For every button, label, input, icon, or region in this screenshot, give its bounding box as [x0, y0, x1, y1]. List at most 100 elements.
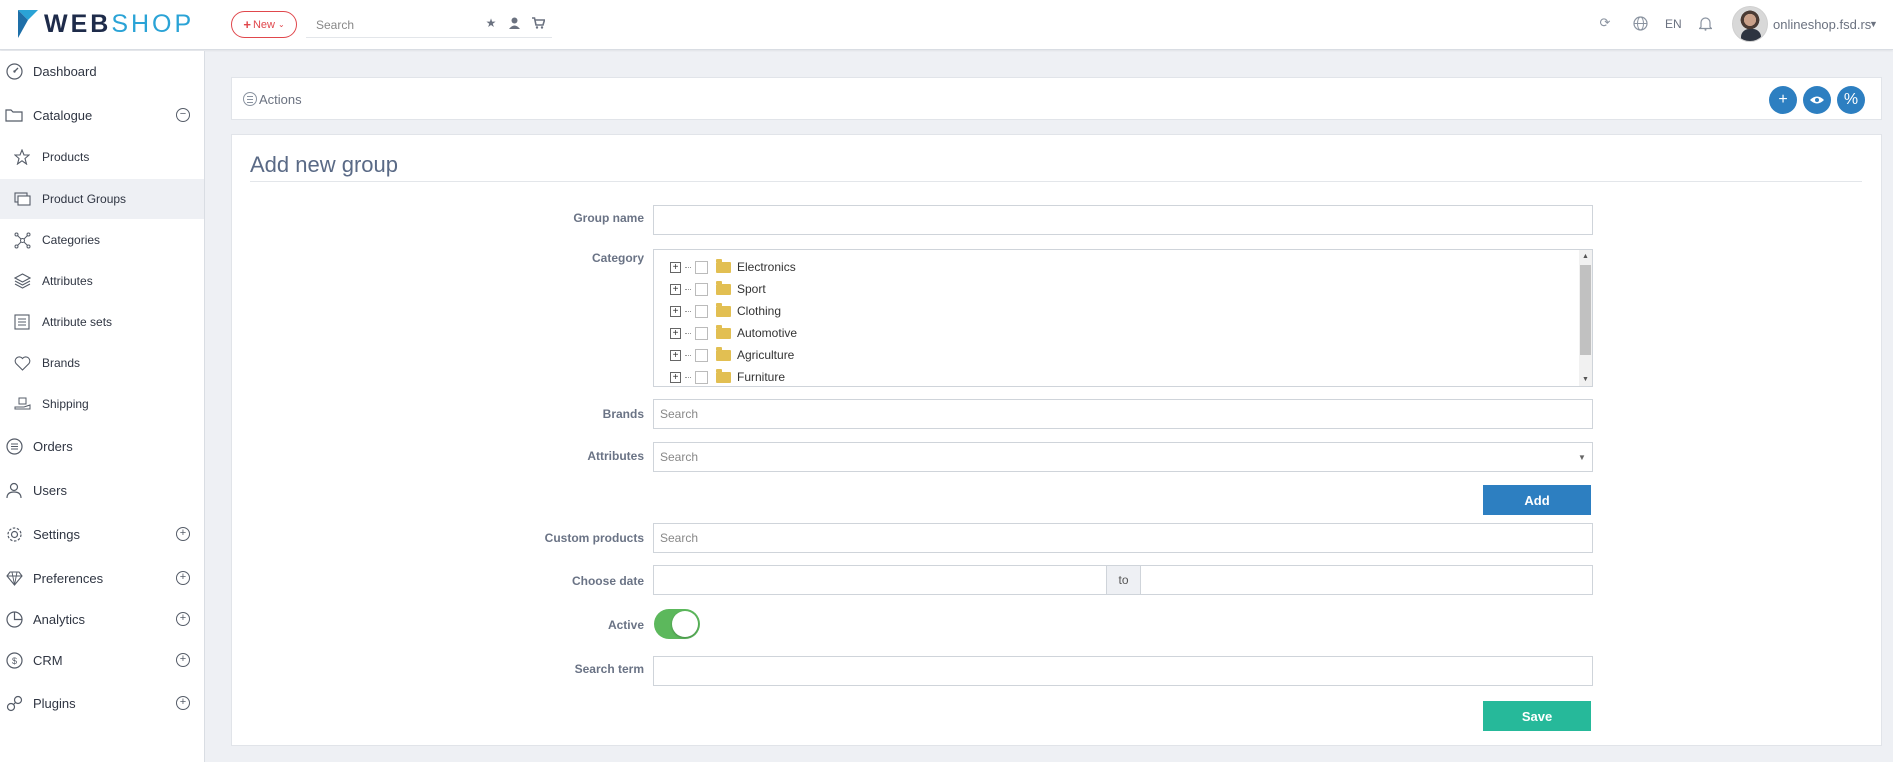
language-selector[interactable]: EN — [1665, 17, 1682, 31]
actions-label[interactable]: Actions — [259, 92, 302, 107]
category-checkbox[interactable] — [695, 326, 708, 340]
chevron-down-icon: ⌄ — [277, 20, 285, 29]
expand-icon[interactable]: + — [670, 349, 681, 361]
sidebar-item-crm[interactable]: $ CRM + — [0, 640, 204, 680]
group-name-input[interactable] — [653, 205, 1593, 235]
category-checkbox[interactable] — [695, 260, 708, 274]
bell-icon[interactable] — [1696, 14, 1714, 32]
plus-icon: + — [243, 17, 251, 32]
tree-item-electronics[interactable]: + Electronics — [670, 257, 796, 277]
category-name[interactable]: Clothing — [737, 304, 781, 318]
sidebar-item-categories[interactable]: Categories — [0, 220, 204, 260]
category-tree[interactable]: + Electronics + Sport + Clothing + Autom… — [653, 249, 1593, 387]
logo-text: WEBSHOP — [44, 9, 195, 38]
search-term-label: Search term — [574, 662, 644, 676]
active-label: Active — [607, 618, 644, 632]
expand-icon[interactable]: + — [176, 527, 190, 541]
add-button[interactable]: + — [1769, 86, 1797, 114]
brands-search-input[interactable] — [653, 399, 1593, 429]
diamond-icon — [5, 569, 23, 587]
sidebar-item-brands[interactable]: Brands — [0, 343, 204, 383]
sidebar-item-users[interactable]: Users — [0, 470, 204, 510]
sidebar-item-products[interactable]: Products — [0, 137, 204, 177]
tree-item-clothing[interactable]: + Clothing — [670, 301, 781, 321]
save-button[interactable]: Save — [1483, 701, 1591, 731]
sidebar-item-plugins[interactable]: Plugins + — [0, 683, 204, 723]
date-separator: to — [1106, 565, 1141, 595]
expand-icon[interactable]: + — [176, 653, 190, 667]
sidebar-item-analytics[interactable]: Analytics + — [0, 599, 204, 639]
date-from-input[interactable] — [653, 565, 1107, 595]
user-icon[interactable] — [507, 16, 521, 30]
percent-button[interactable]: % — [1837, 86, 1865, 114]
refresh-icon[interactable]: ⟳ — [1596, 14, 1614, 32]
tree-item-automotive[interactable]: + Automotive — [670, 323, 797, 343]
active-toggle[interactable] — [654, 609, 700, 639]
folder-icon — [716, 280, 731, 295]
add-attribute-button[interactable]: Add — [1483, 485, 1591, 515]
pie-chart-icon — [5, 610, 23, 628]
sidebar-item-shipping[interactable]: Shipping — [0, 384, 204, 424]
tree-item-sport[interactable]: + Sport — [670, 279, 766, 299]
user-name[interactable]: onlineshop.fsd.rs — [1773, 17, 1871, 32]
star-icon[interactable]: ★ — [484, 16, 498, 30]
globe-icon[interactable] — [1631, 14, 1649, 32]
category-checkbox[interactable] — [695, 370, 708, 384]
logo[interactable]: WEBSHOP — [16, 7, 194, 41]
logo-flag-icon — [18, 10, 38, 38]
sidebar-item-attributes[interactable]: Attributes — [0, 261, 204, 301]
sidebar-item-preferences[interactable]: Preferences + — [0, 558, 204, 598]
custom-products-label: Custom products — [544, 531, 644, 545]
sidebar-item-product-groups[interactable]: Product Groups — [0, 179, 204, 219]
sidebar-item-label: Products — [42, 150, 90, 164]
collapse-icon[interactable]: − — [176, 108, 190, 122]
category-name[interactable]: Sport — [737, 282, 766, 296]
scroll-down-icon[interactable]: ▼ — [1579, 373, 1592, 386]
sidebar-item-orders[interactable]: Orders — [0, 426, 204, 466]
category-checkbox[interactable] — [695, 304, 708, 318]
avatar[interactable] — [1732, 6, 1768, 42]
tree-scrollbar[interactable]: ▲ ▼ — [1579, 250, 1592, 386]
menu-icon[interactable] — [243, 92, 257, 106]
expand-icon[interactable]: + — [670, 371, 681, 383]
sidebar-item-label: Brands — [42, 356, 81, 370]
scroll-thumb[interactable] — [1580, 265, 1591, 355]
category-name[interactable]: Electronics — [737, 260, 796, 274]
sidebar-item-catalogue[interactable]: Catalogue − — [0, 95, 204, 135]
sidebar-item-attribute-sets[interactable]: Attribute sets — [0, 302, 204, 342]
expand-icon[interactable]: + — [670, 305, 681, 317]
attributes-select[interactable] — [653, 442, 1593, 472]
sidebar-item-label: Plugins — [33, 695, 76, 711]
network-icon — [13, 231, 31, 249]
tree-item-agriculture[interactable]: + Agriculture — [670, 345, 794, 365]
folder-icon — [716, 258, 731, 273]
expand-icon[interactable]: + — [670, 283, 681, 295]
star-icon — [13, 148, 31, 166]
category-name[interactable]: Automotive — [737, 326, 797, 340]
caret-down-icon[interactable]: ▼ — [1869, 19, 1878, 29]
caret-down-icon[interactable]: ▼ — [1578, 453, 1586, 462]
scroll-up-icon[interactable]: ▲ — [1579, 250, 1592, 263]
date-to-input[interactable] — [1140, 565, 1593, 595]
category-checkbox[interactable] — [695, 348, 708, 362]
category-checkbox[interactable] — [695, 282, 708, 296]
new-button[interactable]: + New ⌄ — [231, 11, 297, 38]
cart-icon[interactable] — [531, 16, 545, 30]
expand-icon[interactable]: + — [176, 696, 190, 710]
sidebar-item-dashboard[interactable]: Dashboard — [0, 51, 204, 91]
custom-products-search-input[interactable] — [653, 523, 1593, 553]
category-name[interactable]: Furniture — [737, 370, 785, 384]
expand-icon[interactable]: + — [670, 261, 681, 273]
expand-icon[interactable]: + — [176, 571, 190, 585]
tree-item-furniture[interactable]: + Furniture — [670, 367, 785, 386]
expand-icon[interactable]: + — [670, 327, 681, 339]
sidebar-item-label: Attributes — [42, 274, 93, 288]
eye-button[interactable] — [1803, 86, 1831, 114]
sidebar-item-label: Attribute sets — [42, 315, 113, 329]
category-name[interactable]: Agriculture — [737, 348, 794, 362]
sidebar-item-settings[interactable]: Settings + — [0, 514, 204, 554]
expand-icon[interactable]: + — [176, 612, 190, 626]
folder-icon — [716, 324, 731, 339]
search-term-input[interactable] — [653, 656, 1593, 686]
sidebar-item-label: Preferences — [33, 570, 104, 586]
